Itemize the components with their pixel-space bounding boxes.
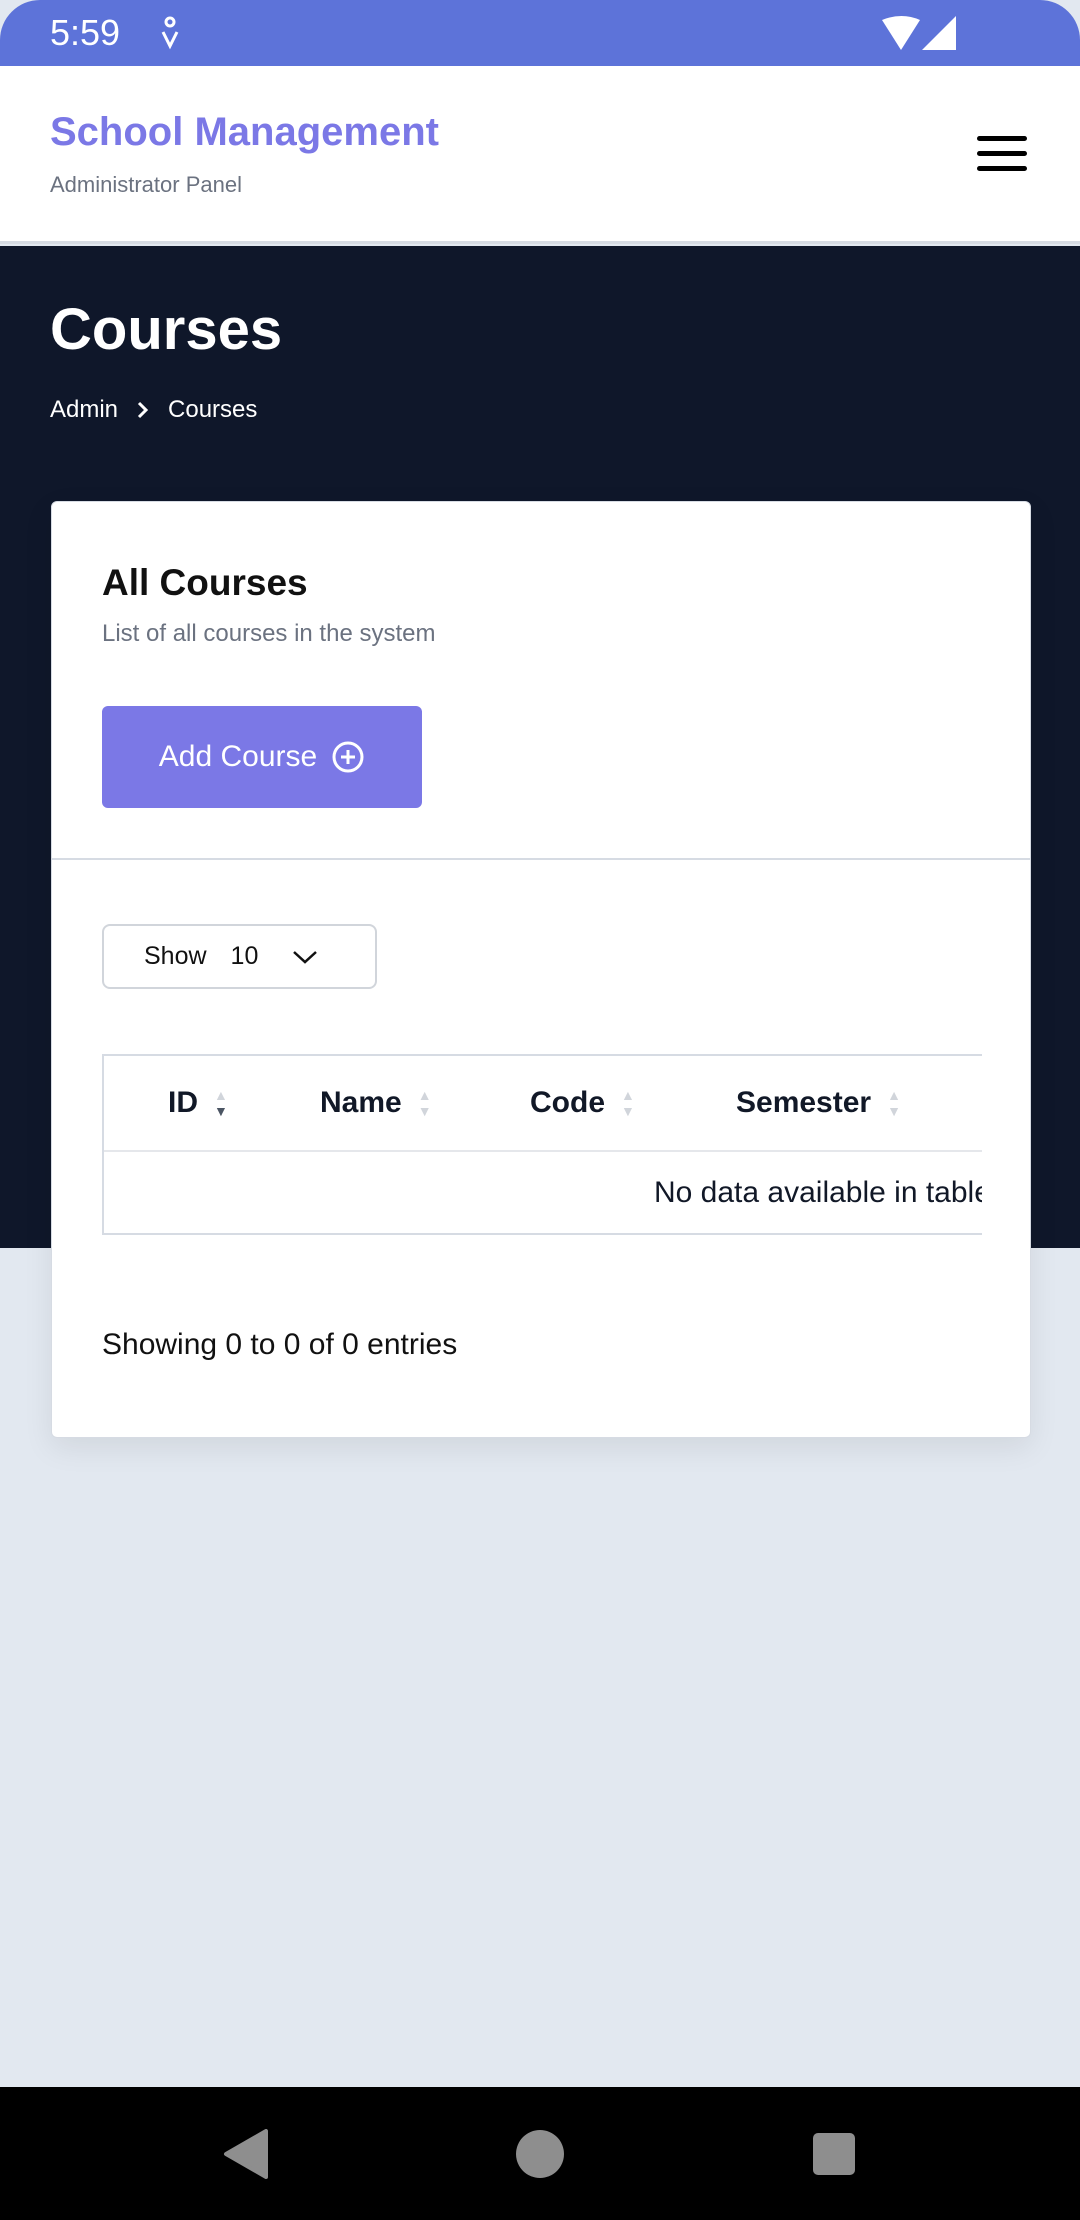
table-header: ID ▲ ▼ Name ▲ ▼ Code ▲ ▼ Semester ▲ ▼ bbox=[104, 1056, 982, 1152]
column-semester[interactable]: Semester ▲ ▼ bbox=[736, 1086, 901, 1120]
wifi-signal-icon bbox=[882, 16, 956, 50]
sort-icon: ▲ ▼ bbox=[214, 1087, 228, 1119]
card-description: List of all courses in the system bbox=[102, 620, 436, 647]
column-label: Code bbox=[530, 1086, 605, 1119]
back-icon[interactable] bbox=[222, 2129, 268, 2179]
column-label: ID bbox=[168, 1086, 198, 1119]
column-name[interactable]: Name ▲ ▼ bbox=[320, 1086, 432, 1120]
navigation-bar bbox=[0, 2087, 1080, 2220]
status-time: 5:59 bbox=[50, 12, 121, 53]
chevron-right-icon bbox=[137, 401, 149, 419]
breadcrumb-admin[interactable]: Admin bbox=[50, 396, 118, 424]
sort-icon: ▲ ▼ bbox=[621, 1087, 635, 1119]
menu-icon[interactable] bbox=[977, 136, 1027, 172]
status-bar: 5:59 bbox=[0, 0, 1080, 66]
courses-table: ID ▲ ▼ Name ▲ ▼ Code ▲ ▼ Semester ▲ ▼ No data av… bbox=[102, 1054, 982, 1235]
column-id[interactable]: ID ▲ ▼ bbox=[168, 1086, 228, 1120]
card-title: All Courses bbox=[102, 562, 308, 603]
notification-icons bbox=[161, 16, 179, 50]
breadcrumb: Admin Courses bbox=[50, 396, 257, 424]
page-title: Courses bbox=[50, 297, 283, 362]
add-course-label: Add Course bbox=[158, 740, 318, 773]
courses-card: All Courses List of all courses in the s… bbox=[51, 501, 1031, 1438]
divider bbox=[52, 858, 1030, 860]
sort-icon: ▲ ▼ bbox=[887, 1087, 901, 1119]
app-title[interactable]: School Management bbox=[50, 110, 439, 155]
column-code[interactable]: Code ▲ ▼ bbox=[530, 1086, 635, 1120]
recents-icon[interactable] bbox=[813, 2133, 855, 2175]
add-course-button[interactable]: Add Course bbox=[102, 706, 422, 808]
plus-circle-icon bbox=[332, 741, 364, 773]
app-subtitle: Administrator Panel bbox=[50, 172, 242, 197]
sort-icon: ▲ ▼ bbox=[417, 1087, 432, 1119]
column-label: Semester bbox=[736, 1086, 872, 1119]
entries-info: Showing 0 to 0 of 0 entries bbox=[102, 1328, 458, 1361]
breadcrumb-courses: Courses bbox=[168, 396, 258, 423]
app-header: School Management Administrator Panel bbox=[0, 66, 1080, 244]
empty-table-message: No data available in table bbox=[654, 1176, 982, 1209]
page-size-select[interactable]: Show 10 bbox=[102, 924, 377, 989]
home-icon[interactable] bbox=[515, 2129, 565, 2179]
chevron-down-icon bbox=[293, 950, 318, 964]
show-value: 10 bbox=[230, 942, 259, 970]
column-label: Name bbox=[320, 1086, 402, 1119]
show-label: Show bbox=[144, 942, 207, 970]
